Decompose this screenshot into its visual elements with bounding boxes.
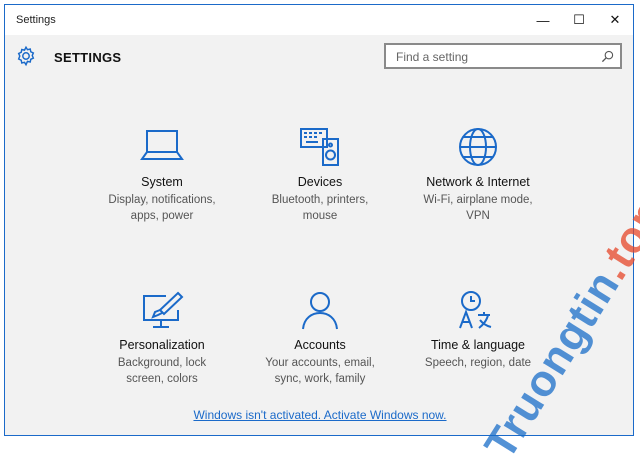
tile-title: Time & language — [430, 338, 526, 352]
settings-header: SETTINGS — [5, 35, 633, 83]
tile-devices[interactable]: Devices Bluetooth, printers, mouse — [245, 127, 395, 224]
tile-title: System — [141, 175, 183, 189]
globe-icon — [459, 128, 497, 166]
tile-title: Personalization — [119, 338, 205, 352]
page-title: SETTINGS — [54, 50, 122, 65]
clock-language-icon — [459, 291, 492, 329]
gear-icon — [17, 45, 35, 67]
tile-accounts[interactable]: Accounts Your accounts, email, sync, work… — [245, 290, 395, 387]
keyboard-speaker-icon — [300, 128, 339, 166]
tile-personalization[interactable]: Personalization Background, lock screen, … — [87, 290, 237, 387]
close-button[interactable]: ✕ — [597, 5, 633, 35]
window-title: Settings — [16, 14, 56, 26]
activate-windows-link[interactable]: Windows isn't activated. Activate Window… — [5, 408, 635, 422]
tile-title: Accounts — [294, 338, 346, 352]
tile-description: Bluetooth, printers, mouse — [271, 194, 369, 222]
tile-description: Background, lock screen, colors — [117, 357, 207, 385]
paint-monitor-icon — [143, 291, 184, 328]
tile-system[interactable]: System Display, notifications, apps, powe… — [87, 127, 237, 224]
tile-description: Speech, region, date — [424, 357, 532, 369]
tile-network-internet[interactable]: Network & Internet Wi-Fi, airplane mode,… — [403, 127, 553, 224]
search-input[interactable] — [394, 48, 594, 66]
tile-title: Devices — [297, 175, 343, 189]
minimize-icon: — — [536, 12, 550, 28]
close-icon: ✕ — [609, 12, 621, 27]
maximize-icon: ☐ — [573, 12, 585, 27]
tile-time-language[interactable]: Time & language Speech, region, date — [403, 290, 553, 371]
title-bar[interactable]: Settings — ☐ ✕ — [5, 5, 633, 35]
settings-window: Settings — ☐ ✕ SETTINGS Find a setting S… — [4, 4, 634, 436]
person-icon — [302, 292, 338, 330]
laptop-icon — [140, 130, 184, 160]
search-box[interactable] — [384, 43, 622, 69]
search-icon[interactable] — [601, 50, 614, 63]
tile-title: Network & Internet — [426, 175, 530, 189]
maximize-button[interactable]: ☐ — [561, 5, 597, 35]
minimize-button[interactable]: — — [525, 5, 561, 35]
tile-description: Wi-Fi, airplane mode, VPN — [423, 194, 533, 222]
tile-description: Display, notifications, apps, power — [108, 194, 216, 222]
tile-description: Your accounts, email, sync, work, family — [265, 357, 375, 385]
